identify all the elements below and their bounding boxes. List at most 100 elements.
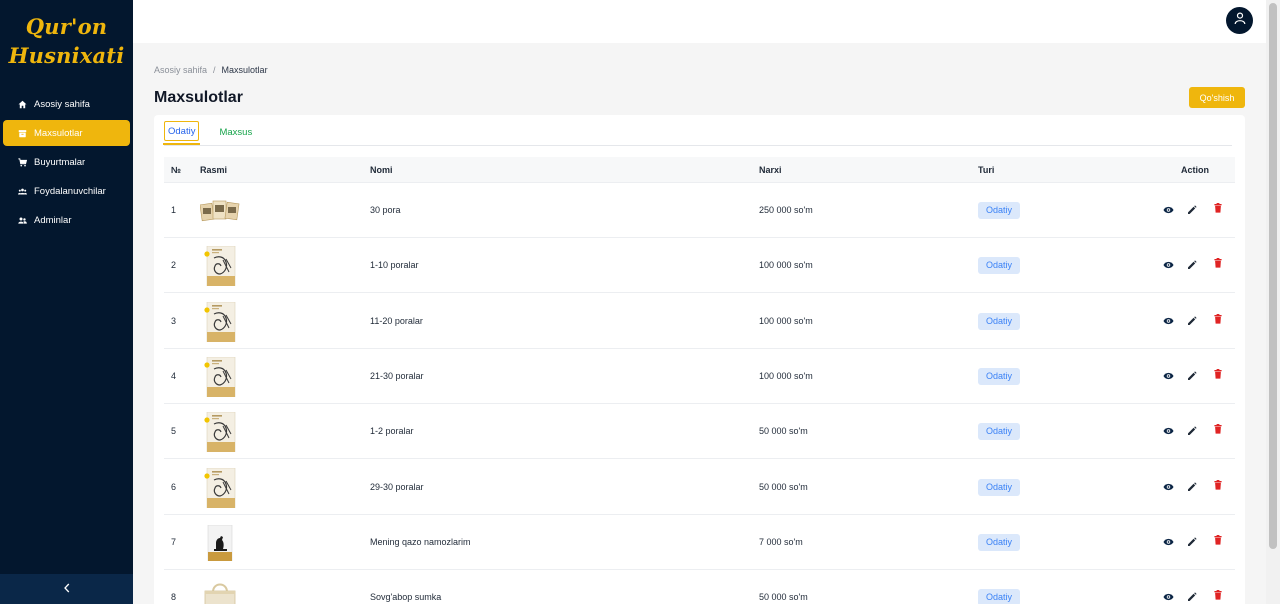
cart-icon [18,157,27,167]
edit-icon[interactable] [1186,536,1198,548]
product-type-badge: Odatiy [978,312,1021,330]
table-row: 4 21-30 poralar 100 000 so'm Odatiy [164,349,1235,404]
row-number: 4 [171,370,177,381]
sidebar-item-label: Asosiy sahifa [34,98,90,110]
delete-icon[interactable] [1212,423,1224,435]
edit-icon[interactable] [1186,425,1198,437]
table-row: 1 30 pora 250 000 so'm Odatiy [164,183,1235,238]
delete-icon[interactable] [1212,257,1224,269]
breadcrumb-home-link[interactable]: Asosiy sahifa [154,65,207,75]
product-price: 250 000 so'm [759,205,813,215]
view-icon[interactable] [1162,370,1174,382]
edit-icon[interactable] [1186,315,1198,327]
product-price: 100 000 so'm [759,260,813,271]
product-type-badge: Odatiy [978,367,1021,385]
edit-icon[interactable] [1186,481,1198,493]
page-title: Maxsulotlar [154,89,243,106]
delete-icon[interactable] [1212,534,1224,546]
table-row: 2 1-10 poralar 100 000 so'm Odatiy [164,238,1235,294]
column-header-type: Turi [978,165,995,175]
edit-icon[interactable] [1186,204,1198,216]
logo[interactable]: Qur'on Husnixati [0,12,133,70]
row-number: 2 [171,260,177,271]
breadcrumb-separator: / [213,65,216,75]
view-icon[interactable] [1162,259,1174,271]
sidebar-item-label: Foydalanuvchilar [34,185,106,197]
column-header-price: Narxi [759,165,782,175]
product-type-badge: Odatiy [978,478,1021,496]
edit-icon[interactable] [1186,591,1198,603]
product-image [200,578,240,604]
product-image [200,467,240,508]
product-price: 50 000 so'm [759,592,808,603]
users-icon [18,187,27,196]
product-price: 50 000 so'm [759,481,808,492]
sidebar-item-asosiy-sahifa[interactable]: Asosiy sahifa [3,91,130,117]
breadcrumb: Asosiy sahifa / Maxsulotlar [154,65,268,75]
product-price: 100 000 so'm [759,315,813,326]
product-image [200,412,240,453]
admins-icon [18,216,27,225]
logo-line-2: Husnixati [8,43,125,68]
view-icon[interactable] [1162,536,1174,548]
table-row: 5 1-2 poralar 50 000 so'm Odatiy [164,404,1235,460]
product-price: 7 000 so'm [759,536,803,547]
user-avatar-button[interactable] [1226,7,1253,34]
sidebar-item-foydalanuvchilar[interactable]: Foydalanuvchilar [3,178,130,204]
breadcrumb-current: Maxsulotlar [221,65,268,75]
view-icon[interactable] [1162,481,1174,493]
add-product-button[interactable]: Qo'shish [1189,87,1245,108]
sidebar-item-buyurtmalar[interactable]: Buyurtmalar [3,149,130,175]
product-type-badge: Odatiy [978,589,1021,604]
sidebar-nav: Asosiy sahifa Maxsulotlar Buyurtmalar Fo… [0,91,133,236]
sidebar-item-maxsulotlar[interactable]: Maxsulotlar [3,120,130,146]
delete-icon[interactable] [1212,479,1224,491]
delete-icon[interactable] [1212,313,1224,325]
product-image [200,191,240,231]
view-icon[interactable] [1162,204,1174,216]
view-icon[interactable] [1162,591,1174,603]
row-number: 6 [171,481,177,492]
edit-icon[interactable] [1186,259,1198,271]
column-header-image: Rasmi [200,165,228,175]
sidebar-collapse-button[interactable] [0,574,133,604]
sidebar-item-label: Maxsulotlar [34,127,83,139]
table-header: № Rasmi Nomi Narxi Turi Action [164,157,1235,183]
view-icon[interactable] [1162,425,1174,437]
product-image [200,356,240,397]
sidebar-item-label: Buyurtmalar [34,156,86,168]
tab-odatiy[interactable]: Odatiy [162,121,201,145]
user-icon [1234,11,1246,30]
box-icon [18,129,27,138]
product-name: 21-30 poralar [370,370,424,381]
row-number: 8 [171,592,177,603]
top-bar [133,0,1266,43]
product-image [200,523,240,563]
table-row: 6 29-30 poralar 50 000 so'm Odatiy [164,460,1235,515]
delete-icon[interactable] [1212,202,1224,214]
page-scrollbar[interactable] [1266,0,1280,604]
products-card: Odatiy Maxsus № Rasmi Nomi Narxi Turi Ac… [154,115,1245,604]
product-name: 11-20 poralar [370,315,423,326]
sidebar-item-label: Adminlar [34,214,72,226]
sidebar-item-adminlar[interactable]: Adminlar [3,207,130,233]
product-name: Sovg'abop sumka [370,592,442,603]
product-price: 50 000 so'm [759,426,808,437]
product-image [200,246,240,287]
product-price: 100 000 so'm [759,370,813,381]
edit-icon[interactable] [1186,370,1198,382]
home-icon [18,100,27,109]
view-icon[interactable] [1162,315,1174,327]
tab-maxsus[interactable]: Maxsus [219,119,252,145]
logo-line-1: Qur'on [25,14,108,39]
table-row: 8 Sovg'abop sumka 50 000 so'm Odatiy [164,570,1235,604]
product-name: 1-2 poralar [370,426,414,437]
delete-icon[interactable] [1212,368,1224,380]
product-name: 1-10 poralar [370,260,419,271]
sidebar: Qur'on Husnixati Asosiy sahifa Maxsulotl… [0,0,133,604]
chevron-left-icon [63,580,71,598]
row-number: 7 [171,536,177,547]
column-header-number: № [171,165,182,175]
scrollbar-thumb[interactable] [1269,3,1277,549]
delete-icon[interactable] [1212,589,1224,601]
